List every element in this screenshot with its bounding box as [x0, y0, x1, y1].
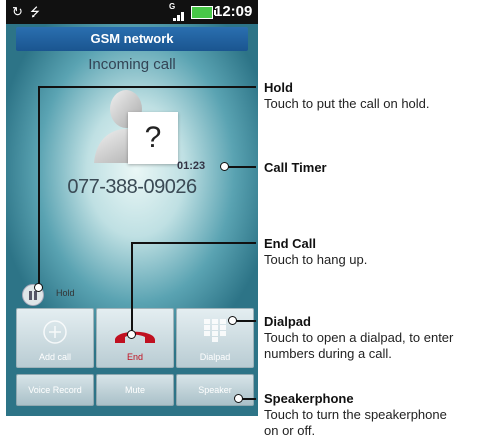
- status-bar: ↻ ⭍ G 12:09: [6, 0, 258, 24]
- voice-record-button[interactable]: Voice Record: [16, 374, 94, 406]
- callout-hold-title: Hold: [264, 80, 293, 95]
- mute-button[interactable]: Mute: [96, 374, 174, 406]
- battery-icon: [191, 6, 216, 19]
- sync-icon: ↻: [12, 4, 23, 19]
- signal-icon: [169, 10, 185, 21]
- call-state-label: Incoming call: [88, 56, 176, 73]
- call-timer: 01:23: [177, 160, 206, 172]
- phone-screen: ↻ ⭍ G 12:09 GSM network Incoming call ? …: [6, 0, 258, 416]
- status-clock: 12:09: [214, 3, 253, 20]
- unknown-contact-icon: ?: [128, 112, 178, 164]
- add-call-label: Add call: [38, 352, 72, 362]
- end-call-button[interactable]: End: [96, 308, 174, 368]
- callout-end-title: End Call: [264, 236, 317, 251]
- dialpad-label: Dialpad: [199, 352, 231, 362]
- end-label: End: [126, 352, 143, 362]
- add-icon: [43, 320, 67, 344]
- caller-number: 077-388-09026: [67, 176, 197, 198]
- dialpad-button[interactable]: Dialpad: [176, 308, 254, 368]
- callout-dialpad-title: Dialpad: [264, 314, 311, 329]
- callout-speaker-title: Speakerphone: [264, 391, 354, 406]
- callout-end-desc: Touch to hang up.: [264, 252, 368, 267]
- dialpad-icon: [204, 319, 226, 342]
- callout-hold-desc: Touch to put the call on hold.: [264, 96, 430, 111]
- network-name: GSM network: [16, 27, 248, 51]
- usb-icon: ⭍: [30, 5, 40, 19]
- callout-dialpad-desc: Touch to open a dialpad, to enter number…: [264, 330, 454, 361]
- speaker-button[interactable]: Speaker: [176, 374, 254, 406]
- callout-speaker-desc: Touch to turn the speakerphone on or off…: [264, 407, 447, 438]
- hold-label: Hold: [56, 288, 75, 298]
- callout-timer-title: Call Timer: [264, 160, 327, 175]
- add-call-button[interactable]: Add call: [16, 308, 94, 368]
